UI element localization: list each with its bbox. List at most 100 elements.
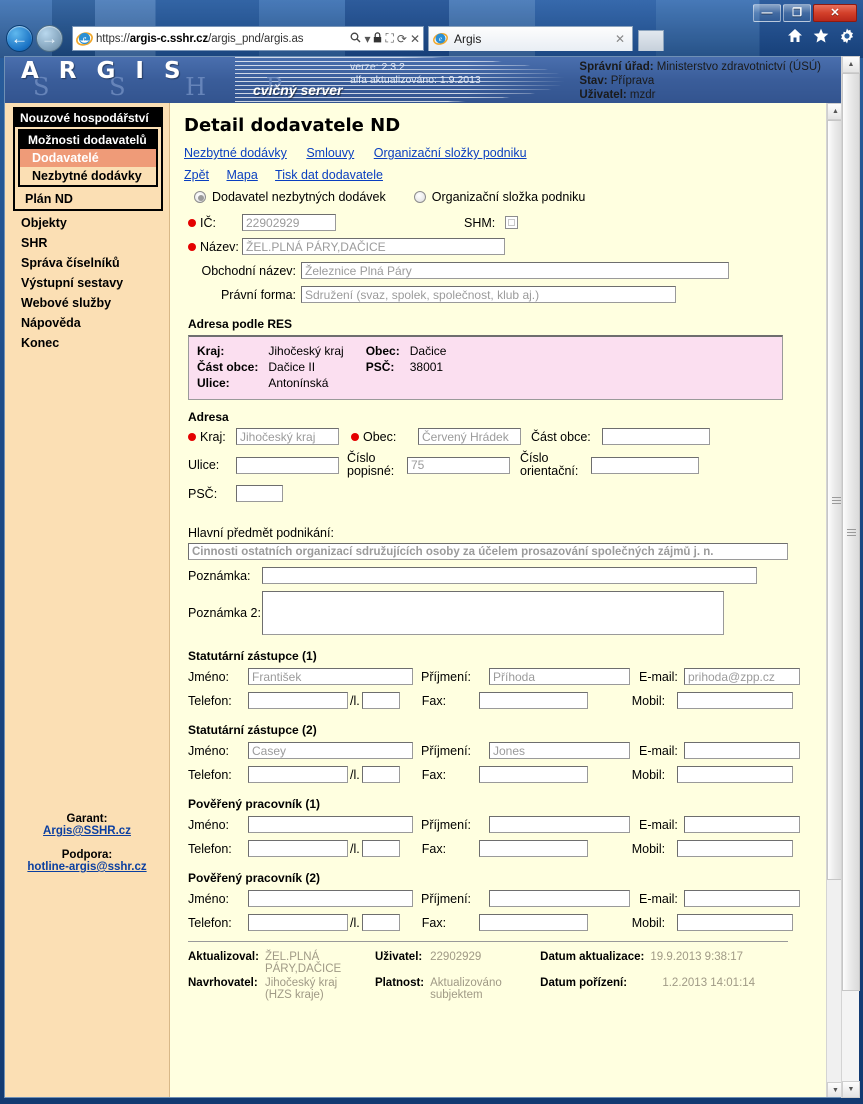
- fax-input[interactable]: [478, 766, 588, 783]
- sidebar-item-dodavatele[interactable]: Dodavatelé: [20, 149, 156, 167]
- outer-scroll-thumb[interactable]: [842, 73, 860, 991]
- mobil-input[interactable]: [676, 766, 793, 783]
- predmet-podnikani-input[interactable]: [188, 543, 788, 560]
- sidebar-item-sprava-ciselniku[interactable]: Správa číselníků: [5, 253, 169, 273]
- fax-input[interactable]: [478, 840, 588, 857]
- mobil-input[interactable]: [676, 840, 793, 857]
- adresa-psc-input[interactable]: [236, 485, 283, 502]
- close-button[interactable]: ✕: [813, 4, 857, 22]
- prijmeni-input[interactable]: [489, 890, 630, 907]
- radio-option-dodavatel[interactable]: Dodavatel nezbytných dodávek: [194, 190, 386, 204]
- outer-scroll-down-arrow-icon[interactable]: ▼: [842, 1081, 860, 1098]
- adresa-obec-input[interactable]: [418, 428, 521, 445]
- favorites-star-icon[interactable]: [813, 28, 829, 49]
- sidebar-item-objekty[interactable]: Objekty: [5, 213, 169, 233]
- chevron-down-icon[interactable]: ▾: [364, 32, 370, 46]
- shm-checkbox[interactable]: [505, 216, 519, 229]
- outer-scrollbar-track[interactable]: ▲ ▼: [841, 56, 860, 1098]
- adresa-cislo-orientacni-input[interactable]: [591, 456, 699, 474]
- tab-close-icon[interactable]: ✕: [615, 32, 628, 46]
- footer-divider: [188, 941, 788, 942]
- jmeno-input[interactable]: [248, 890, 413, 907]
- link-smlouvy[interactable]: Smlouvy: [306, 146, 354, 160]
- telefon-input[interactable]: [248, 692, 348, 709]
- email-input[interactable]: [684, 890, 800, 907]
- sidebar-item-plan-nd[interactable]: Plán ND: [15, 189, 161, 209]
- link-tisk-dat-dodavatele[interactable]: Tisk dat dodavatele: [275, 168, 383, 182]
- sidebar-item-napoveda[interactable]: Nápověda: [5, 313, 169, 333]
- jmeno-input[interactable]: [248, 668, 413, 685]
- mobil-input[interactable]: [676, 914, 793, 931]
- telefon-label: Telefon:: [188, 767, 232, 782]
- email-input[interactable]: [684, 816, 800, 833]
- poznamka2-textarea[interactable]: [262, 591, 724, 635]
- aktualizoval-label: Aktualizoval:: [188, 951, 259, 963]
- obchodni-nazev-input[interactable]: [301, 262, 729, 279]
- sidebar-menu-header: Nouzové hospodářství: [15, 109, 161, 127]
- pravni-forma-input[interactable]: [301, 286, 676, 303]
- adresa-ulice-input[interactable]: [236, 456, 339, 474]
- telefon-input[interactable]: [248, 840, 348, 857]
- compatibility-view-icon[interactable]: ⛶: [385, 31, 393, 46]
- jmeno-input[interactable]: [248, 742, 413, 759]
- poznamka-label: Poznámka:: [188, 568, 251, 583]
- link-zpet[interactable]: Zpět: [184, 168, 209, 182]
- person-row-names: Jméno: Příjmení: E-mail:: [188, 668, 843, 685]
- outer-scroll-up-arrow-icon[interactable]: ▲: [842, 56, 860, 73]
- prijmeni-input[interactable]: [489, 668, 630, 685]
- link-mapa[interactable]: Mapa: [227, 168, 258, 182]
- sidebar-item-shr[interactable]: SHR: [5, 233, 169, 253]
- search-icon[interactable]: [350, 32, 361, 46]
- version-update-line: alfa aktualizováno: 1.9.2013: [350, 74, 481, 86]
- radio-option-organizacni-slozka[interactable]: Organizační složka podniku: [413, 190, 585, 204]
- sidebar-item-webove-sluzby[interactable]: Webové služby: [5, 293, 169, 313]
- linka-label: /l.: [350, 767, 360, 782]
- minimize-button[interactable]: —: [753, 4, 781, 22]
- poznamka-input[interactable]: [262, 567, 757, 584]
- radio-dodavatel-icon[interactable]: [194, 191, 206, 203]
- home-icon[interactable]: [787, 28, 803, 49]
- jmeno-input[interactable]: [248, 816, 413, 833]
- adresa-cast-obce-input[interactable]: [602, 428, 710, 445]
- fax-input[interactable]: [478, 914, 588, 931]
- adresa-kraj-input[interactable]: [236, 428, 339, 445]
- ico-input[interactable]: [242, 214, 336, 231]
- sidebar-item-nezbytne-dodavky[interactable]: Nezbytné dodávky: [20, 167, 156, 185]
- forward-button[interactable]: →: [36, 25, 63, 52]
- gear-icon[interactable]: [839, 28, 855, 49]
- stop-icon[interactable]: ✕: [410, 32, 420, 46]
- refresh-icon[interactable]: ⟳: [397, 32, 407, 46]
- sidebar-item-vystupni-sestavy[interactable]: Výstupní sestavy: [5, 273, 169, 293]
- link-nezbytne-dodavky[interactable]: Nezbytné dodávky: [184, 146, 287, 160]
- link-organizacni-slozky-podniku[interactable]: Organizační složky podniku: [374, 146, 527, 160]
- person-title-poverieny-2: Pověřený pracovník (2): [188, 871, 321, 885]
- lock-icon[interactable]: [373, 31, 382, 46]
- state-label: Stav:: [579, 75, 608, 87]
- telefon-input[interactable]: [248, 914, 348, 931]
- telefon-input[interactable]: [248, 766, 348, 783]
- address-bar[interactable]: e https://argis-c.sshr.cz/argis_pnd/argi…: [72, 26, 424, 51]
- mobil-input[interactable]: [676, 692, 793, 709]
- back-button[interactable]: ←: [6, 25, 33, 52]
- radio-organizacni-slozka-icon[interactable]: [413, 191, 426, 203]
- garant-label: Garant:: [66, 813, 108, 825]
- linka-input[interactable]: [361, 840, 400, 857]
- email-input[interactable]: [684, 742, 800, 759]
- adresa-cislo-popisne-input[interactable]: [407, 456, 510, 474]
- linka-input[interactable]: [361, 766, 400, 783]
- fax-input[interactable]: [478, 692, 588, 709]
- browser-tab-argis[interactable]: e Argis ✕: [428, 26, 633, 51]
- new-tab-button[interactable]: [638, 30, 664, 51]
- podpora-email-link[interactable]: hotline-argis@sshr.cz: [27, 861, 146, 873]
- linka-input[interactable]: [361, 692, 400, 709]
- adresa-obec-label: Obec:: [363, 429, 397, 444]
- linka-input[interactable]: [361, 914, 400, 931]
- nazev-input[interactable]: [242, 238, 505, 255]
- maximize-button[interactable]: ❐: [783, 4, 811, 22]
- email-input[interactable]: [684, 668, 800, 685]
- prijmeni-input[interactable]: [489, 742, 630, 759]
- sidebar-item-konec[interactable]: Konec: [5, 333, 169, 353]
- browser-window-scrollbar[interactable]: ▲ ▼: [841, 56, 860, 1098]
- garant-email-link[interactable]: Argis@SSHR.cz: [43, 825, 131, 837]
- prijmeni-input[interactable]: [489, 816, 630, 833]
